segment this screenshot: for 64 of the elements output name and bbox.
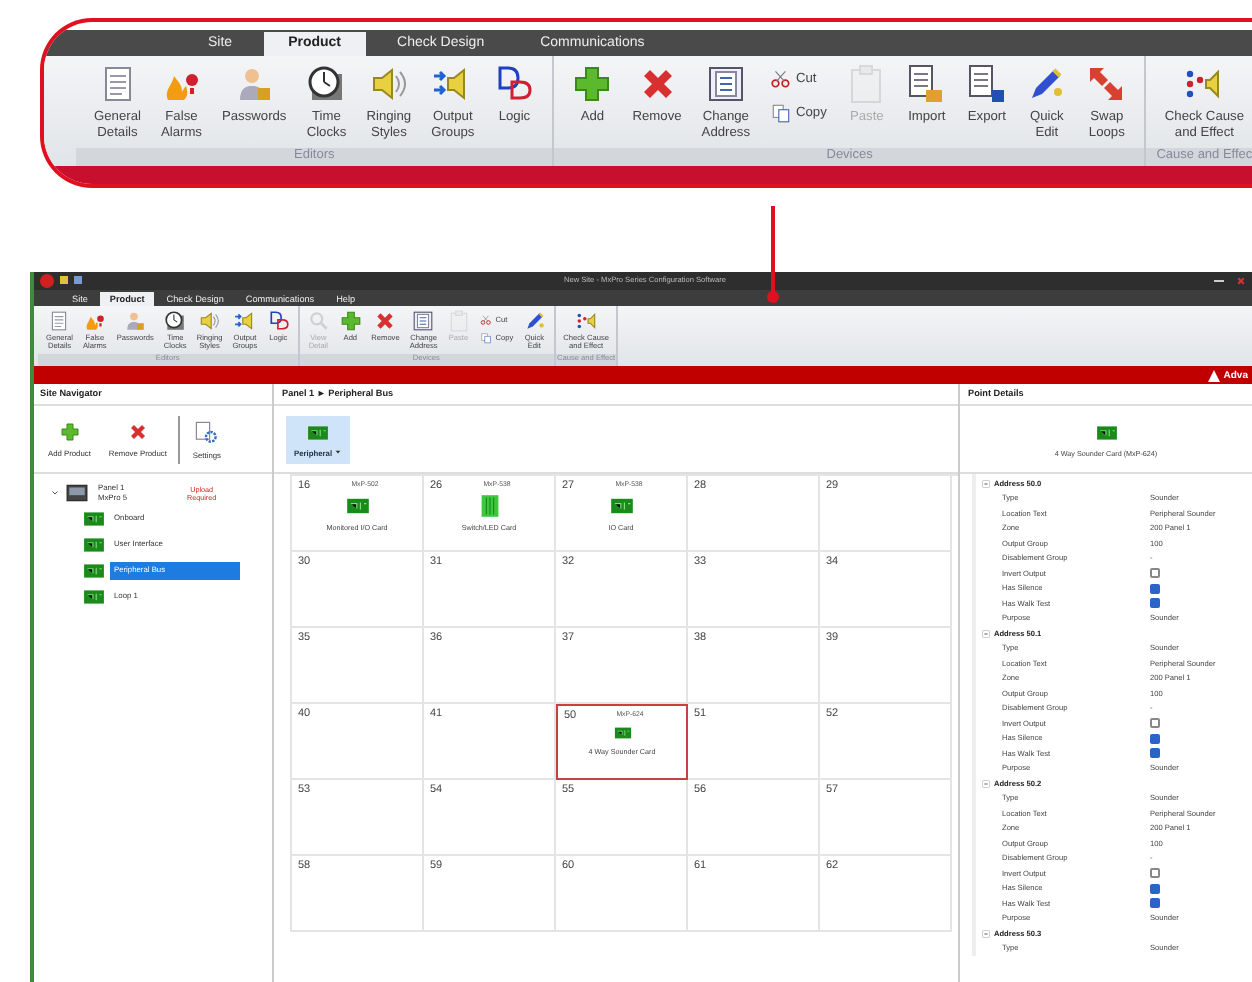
app-logo-icon [40, 273, 54, 288]
nodes-icon [1184, 64, 1225, 104]
collapse-icon [982, 479, 990, 488]
circuit-card-icon [82, 586, 106, 609]
checkbox[interactable] [1150, 568, 1160, 579]
cross-icon [127, 421, 148, 442]
cross-icon [374, 309, 397, 332]
plus-icon [59, 421, 80, 442]
checkbox[interactable] [1150, 748, 1160, 759]
collapse-icon [982, 629, 990, 638]
checkbox[interactable] [1150, 733, 1160, 744]
circuit-card-icon [609, 494, 633, 519]
caret-icon [334, 448, 343, 457]
control-panel-icon [64, 482, 90, 505]
copy-icon [479, 331, 492, 344]
speaker-icon [368, 64, 409, 104]
clipboard-icon [447, 309, 470, 332]
connector-line [766, 206, 780, 306]
close-icon[interactable] [1236, 275, 1246, 286]
circuit-card-icon [1093, 421, 1119, 444]
checkbox[interactable] [1150, 598, 1160, 609]
document-folder-icon [906, 64, 947, 104]
magnifier-icon [307, 309, 330, 332]
clock-icon [164, 309, 187, 332]
collapse-icon [982, 779, 990, 788]
checkbox[interactable] [1150, 868, 1160, 879]
circuit-card-icon [304, 421, 333, 444]
logo-icon [1207, 369, 1220, 382]
logic-gate-icon [267, 309, 290, 332]
circuit-card-icon [82, 534, 106, 557]
circuit-card-icon [82, 508, 106, 531]
swap-arrows-icon [1086, 64, 1127, 104]
checkbox[interactable] [1150, 583, 1160, 594]
copy-icon [770, 102, 792, 124]
speaker-arrows-icon [233, 309, 256, 332]
document-icon [48, 309, 71, 332]
checkbox[interactable] [1150, 718, 1160, 729]
logic-gate-icon [494, 64, 535, 104]
settings-icon [194, 419, 219, 444]
circuit-card-icon [477, 494, 501, 519]
speaker-icon [198, 309, 221, 332]
list-frame-icon [412, 309, 435, 332]
clipboard-icon [846, 64, 887, 104]
save-icon[interactable] [74, 276, 82, 285]
scissors-icon [770, 68, 792, 90]
plus-icon [339, 309, 362, 332]
document-disk-icon [966, 64, 1007, 104]
circuit-card-icon [82, 560, 106, 583]
minimize-button[interactable] [1214, 279, 1224, 282]
list-frame-icon [705, 64, 746, 104]
collapse-icon [982, 929, 990, 938]
scissors-icon [479, 313, 492, 326]
checkbox[interactable] [1150, 883, 1160, 894]
person-icon [234, 64, 275, 104]
nodes-icon [575, 309, 598, 332]
circuit-card-icon [345, 494, 369, 519]
folder-icon[interactable] [60, 276, 68, 285]
circuit-card-icon [611, 724, 633, 743]
plus-icon [572, 64, 613, 104]
person-icon [124, 309, 147, 332]
pencil-icon [523, 309, 546, 332]
clock-icon [306, 64, 347, 104]
checkbox[interactable] [1150, 898, 1160, 909]
pencil-icon [1026, 64, 1067, 104]
